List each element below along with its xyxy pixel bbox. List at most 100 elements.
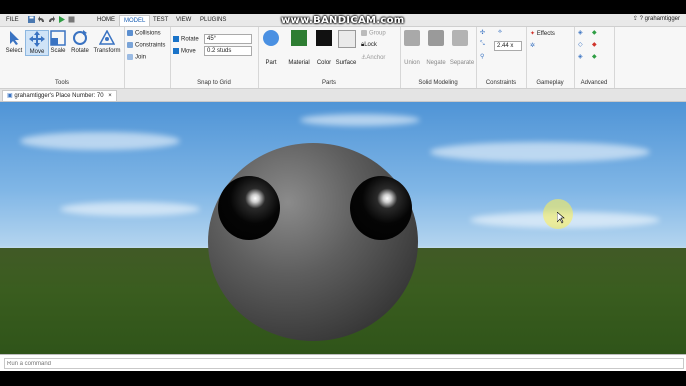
lock-button[interactable]: 🔒︎Lock [361,42,377,49]
collisions-icon [127,30,133,36]
command-bar [0,354,686,371]
separate-button[interactable]: Separate [448,60,476,66]
rotate-label: Rotate [71,48,89,54]
tab-test[interactable]: TEST [149,15,172,25]
part-button[interactable]: Part [260,60,282,66]
redo-icon[interactable] [48,16,55,23]
join-toggle[interactable]: Join [127,54,146,61]
select-tool[interactable]: Select [3,30,25,54]
scale-icon [50,30,66,46]
constraints-group-label: Constraints [485,80,517,86]
color-button[interactable]: Color [313,60,335,66]
gameplay-group-label: Gameplay [536,80,564,86]
move-snap-field[interactable]: 0.2 studs [204,46,252,56]
tab-model[interactable]: MODEL [119,15,151,26]
user-name[interactable]: grahamtigger [645,16,680,22]
rotate-snap-field[interactable]: 45° [204,34,252,44]
help-icon[interactable]: ? [640,16,643,22]
part-icon[interactable] [263,30,279,46]
share-icon[interactable]: ⇪ [633,16,638,22]
group-button[interactable]: Group [361,30,386,37]
tab-view[interactable]: VIEW [172,15,195,25]
place-tab-label: grahamtigger's Place Number: 70 [14,93,104,99]
advanced-group-label: Advanced [580,80,608,86]
rock-sphere-part[interactable] [208,143,418,341]
solid-modeling-group: Union Negate Separate Solid Modeling [400,27,477,88]
user-info: ⇪ ? grahamtigger [633,15,680,22]
toggles-group: Collisions Constraints Join [124,27,171,88]
weld-icon[interactable]: ⤡ [480,41,485,48]
move-arrows-icon [29,31,45,47]
tab-home[interactable]: HOME [93,15,119,25]
move-tool[interactable]: Move [25,30,49,56]
close-icon[interactable]: × [108,93,112,99]
anchor-button[interactable]: ⚓︎Anchor [361,54,385,61]
cloud [20,132,180,150]
solid-modeling-label: Solid Modeling [418,80,458,86]
hinge-icon[interactable]: ⟡ [498,29,502,36]
attachment-icon[interactable]: ✣ [480,29,485,36]
move-snap-label: Move [181,48,196,55]
constraints-label: Constraints [135,42,166,49]
surface-icon[interactable] [338,30,356,48]
join-label: Join [135,54,147,61]
advanced-icon-1[interactable]: ◈ [578,29,583,36]
rotate-snap-checkbox[interactable]: Rotate [173,36,199,43]
union-button[interactable]: Union [401,60,423,66]
rotate-tool[interactable]: Rotate [69,30,91,54]
snap-group-label: Snap to Grid [197,80,231,86]
command-input[interactable] [4,358,684,369]
document-tabs: ▣ grahamtigger's Place Number: 70 × [0,89,686,102]
3d-viewport[interactable] [0,102,686,354]
effects-button[interactable]: ✦ Effects [530,30,555,37]
file-menu[interactable]: FILE [2,15,23,25]
transform-tool[interactable]: Transform [93,29,121,54]
advanced-icon-4[interactable]: ◆ [592,41,597,48]
left-eye-part[interactable] [218,176,280,240]
play-icon[interactable] [58,16,65,23]
tools-group-label: Tools [54,80,69,86]
rotate-icon [72,30,88,46]
advanced-icon-6[interactable]: ◆ [592,53,597,60]
cloud [300,114,420,126]
color-icon[interactable] [316,30,332,46]
collisions-toggle[interactable]: Collisions [127,30,161,37]
material-icon[interactable] [291,30,307,46]
negate-button[interactable]: Negate [425,60,447,66]
advanced-group: ◈ ◆ ◇ ◆ ◈ ◆ Advanced [574,27,615,88]
separate-icon[interactable] [452,30,468,46]
select-label: Select [5,48,23,54]
snap-group: Rotate 45° Move 0.2 studs Snap to Grid [170,27,259,88]
advanced-icon-3[interactable]: ◇ [578,41,583,48]
place-icon: ▣ [7,93,13,99]
spring-icon[interactable]: ⚲ [480,53,484,60]
save-icon[interactable] [28,16,35,23]
scale-tool[interactable]: Scale [47,30,69,54]
constraint-scale-field[interactable]: 2.44 x [494,41,522,51]
place-tab[interactable]: ▣ grahamtigger's Place Number: 70 × [2,90,117,101]
union-icon[interactable] [404,30,420,46]
surface-button[interactable]: Surface [335,60,357,66]
stop-icon[interactable] [68,16,75,23]
parts-group: Part Material Color Surface Group 🔒︎Lock… [258,27,401,88]
move-snap-checkbox[interactable]: Move [173,48,196,55]
rotate-snap-label: Rotate [181,36,199,43]
gameplay-group: ✦ Effects ✲ Gameplay [526,27,575,88]
cloud [60,202,200,216]
tab-plugins[interactable]: PLUGINS [196,15,230,25]
scale-label: Scale [50,48,66,54]
constraints-toggle[interactable]: Constraints [127,42,165,49]
constraints-group: ✣ ⟡ ⤡ 2.44 x ⚲ Constraints [476,27,527,88]
right-eye-part[interactable] [350,176,412,240]
constraints-icon [127,42,133,48]
negate-icon[interactable] [428,30,444,46]
advanced-icon-2[interactable]: ◆ [592,29,597,36]
material-button[interactable]: Material [288,60,310,66]
letterbox-bottom [0,371,686,386]
advanced-icon-5[interactable]: ◈ [578,53,583,60]
tools-group: Select Move Scale Rotate Transform Tools [0,27,125,88]
studio-window: FILE HOME MODEL TEST VIEW PLUGINS www.BA… [0,14,686,371]
menu-strip: FILE HOME MODEL TEST VIEW PLUGINS www.BA… [0,14,686,27]
gameplay-settings-icon[interactable]: ✲ [530,42,535,49]
undo-icon[interactable] [38,16,45,23]
